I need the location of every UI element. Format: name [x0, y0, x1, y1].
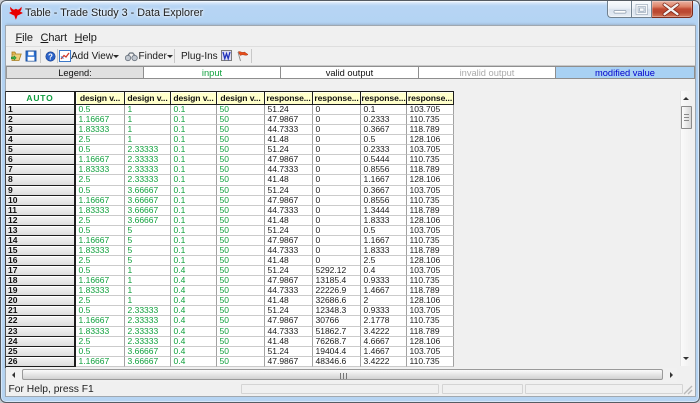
svg-text:?: ?	[48, 52, 53, 61]
